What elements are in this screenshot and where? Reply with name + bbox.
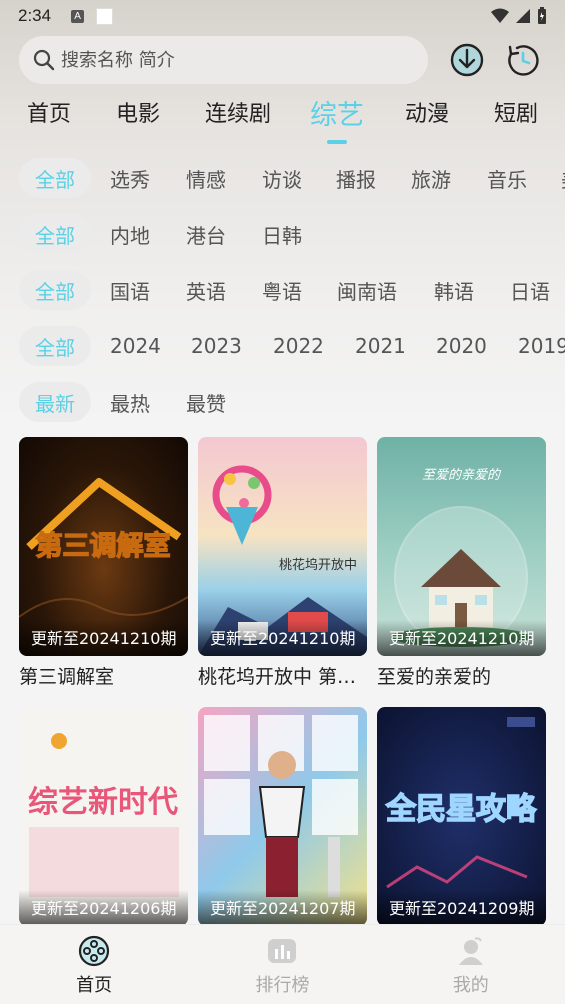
filter-row-type: 全部 选秀 情感 访谈 播报 旅游 音乐 美	[0, 158, 565, 198]
poster-image[interactable]: 至爱的亲爱的 更新至20241210期	[377, 437, 546, 656]
filter-chip[interactable]: 2020	[436, 326, 487, 366]
filter-chip[interactable]: 音乐	[487, 158, 527, 198]
filter-row-sort: 最新 最热 最赞	[0, 382, 565, 422]
filter-chip[interactable]: 2022	[273, 326, 324, 366]
filter-chip[interactable]: 美	[561, 158, 565, 198]
filter-chip[interactable]: 选秀	[110, 158, 150, 198]
filter-chip[interactable]: 韩语	[434, 270, 474, 310]
nav-home[interactable]: 首页	[0, 925, 188, 1004]
poster-title-text: 全民星攻略	[385, 792, 537, 827]
show-card[interactable]: 至爱的亲爱的 更新至20241210期 至爱的亲爱的	[377, 437, 546, 689]
tab-home[interactable]: 首页	[27, 96, 71, 128]
card-title: 第三调解室	[19, 666, 115, 688]
filter-chip[interactable]: 国语	[110, 270, 150, 310]
filter-chip[interactable]: 全部	[19, 158, 91, 198]
filter-chip[interactable]: 旅游	[411, 158, 451, 198]
filter-chip[interactable]: 全部	[19, 214, 91, 254]
poster-title-text: 第三调解室	[36, 530, 171, 562]
notification-a-icon: A	[71, 9, 85, 23]
profile-icon	[458, 937, 483, 965]
status-time: 2:34	[18, 6, 52, 25]
tab-anime[interactable]: 动漫	[405, 96, 449, 128]
filter-chip[interactable]: 2024	[110, 326, 161, 366]
sort-chip[interactable]: 最新	[19, 382, 91, 422]
show-card[interactable]: 综艺新时代 更新至20241206期	[19, 707, 188, 926]
poster-title-text: 至爱的亲爱的	[422, 468, 502, 483]
filter-chip[interactable]: 闽南语	[337, 270, 397, 310]
tab-variety[interactable]: 综艺	[310, 93, 364, 132]
filter-chip[interactable]: 粤语	[262, 270, 302, 310]
episode-badge: 更新至20241210期	[198, 620, 367, 656]
category-tabs: 首页 电影 连续剧 综艺 动漫 短剧	[0, 96, 565, 146]
sort-chip[interactable]: 最热	[110, 382, 150, 422]
battery-icon	[538, 7, 546, 24]
episode-badge: 更新至20241210期	[19, 620, 188, 656]
filter-chip[interactable]: 内地	[110, 214, 150, 254]
show-card[interactable]: 第三调解室 更新至20241210期 第三调解室	[19, 437, 188, 689]
history-button[interactable]	[503, 40, 543, 80]
episode-badge: 更新至20241210期	[377, 620, 546, 656]
download-button[interactable]	[447, 40, 487, 80]
search-input[interactable]	[61, 49, 401, 71]
nav-ranking[interactable]: 排行榜	[188, 925, 376, 1004]
bottom-navigation: 首页 排行榜 我的	[0, 924, 565, 1004]
poster-image[interactable]: 第三调解室 更新至20241210期	[19, 437, 188, 656]
show-card[interactable]: 全民星攻略 更新至20241209期	[377, 707, 546, 926]
card-title: 桃花坞开放中 第…	[198, 666, 357, 688]
filter-chip[interactable]: 港台	[186, 214, 226, 254]
poster-title-text: 综艺新时代	[28, 785, 178, 820]
filter-chip[interactable]: 访谈	[262, 158, 302, 198]
notification-white-icon	[96, 7, 114, 25]
search-bar[interactable]	[19, 36, 428, 84]
filter-row-region: 全部 内地 港台 日韩	[0, 214, 565, 254]
tab-short-drama[interactable]: 短剧	[494, 96, 538, 128]
show-card[interactable]: 桃花坞开放中 更新至20241210期 桃花坞开放中 第…	[198, 437, 367, 689]
nav-profile[interactable]: 我的	[377, 925, 565, 1004]
episode-badge: 更新至20241209期	[377, 890, 546, 926]
episode-badge: 更新至20241206期	[19, 890, 188, 926]
download-icon	[450, 43, 484, 77]
episode-badge: 更新至20241207期	[198, 890, 367, 926]
filter-chip[interactable]: 全部	[19, 326, 91, 366]
signal-icon	[516, 9, 530, 23]
search-icon	[33, 49, 55, 71]
filter-row-year: 全部 2024 2023 2022 2021 2020 2019	[0, 326, 565, 366]
filter-chip[interactable]: 2021	[355, 326, 406, 366]
card-title: 至爱的亲爱的	[377, 666, 492, 688]
show-card[interactable]: 更新至20241207期	[198, 707, 367, 926]
poster-image[interactable]: 全民星攻略 更新至20241209期	[377, 707, 546, 926]
nav-label: 我的	[452, 975, 489, 996]
filter-chip[interactable]: 2023	[191, 326, 242, 366]
nav-label: 排行榜	[255, 975, 310, 996]
nav-label: 首页	[76, 975, 113, 996]
filter-row-language: 全部 国语 英语 粤语 闽南语 韩语 日语	[0, 270, 565, 310]
wifi-icon	[491, 8, 509, 23]
sort-chip[interactable]: 最赞	[186, 382, 226, 422]
status-bar: 2:34 A	[0, 0, 565, 32]
chart-icon	[268, 939, 297, 963]
film-reel-icon	[79, 935, 110, 967]
filter-chip[interactable]: 播报	[336, 158, 376, 198]
filter-chip[interactable]: 情感	[186, 158, 226, 198]
filter-chip[interactable]: 日语	[510, 270, 550, 310]
filter-chip[interactable]: 全部	[19, 270, 91, 310]
filter-chip[interactable]: 日韩	[262, 214, 302, 254]
active-tab-indicator	[327, 140, 347, 144]
filter-chip[interactable]: 2019	[518, 326, 565, 366]
tab-series[interactable]: 连续剧	[205, 96, 271, 128]
search-row	[19, 36, 546, 84]
filter-chip[interactable]: 英语	[186, 270, 226, 310]
poster-title-text: 桃花坞开放中	[279, 557, 357, 573]
poster-image[interactable]: 更新至20241207期	[198, 707, 367, 926]
poster-image[interactable]: 桃花坞开放中 更新至20241210期	[198, 437, 367, 656]
history-clock-icon	[508, 45, 539, 76]
poster-image[interactable]: 综艺新时代 更新至20241206期	[19, 707, 188, 926]
tab-movies[interactable]: 电影	[116, 96, 160, 128]
